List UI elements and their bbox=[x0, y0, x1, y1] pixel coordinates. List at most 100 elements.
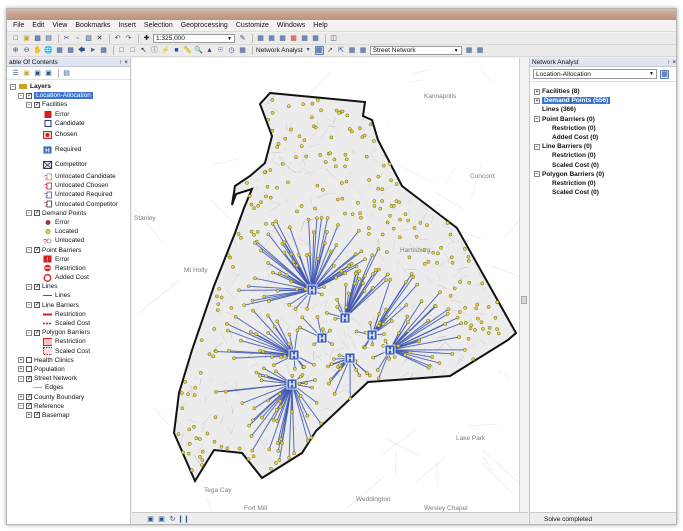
collapse-icon[interactable]: − bbox=[26, 329, 32, 336]
build-network-icon[interactable]: ▦ bbox=[465, 46, 474, 55]
visibility-checkbox[interactable]: ✓ bbox=[26, 394, 32, 401]
toc-street-network[interactable]: − ✓ Street Network bbox=[7, 374, 130, 383]
fixed-zoom-out-icon[interactable]: ▦ bbox=[66, 46, 75, 55]
toc-point-barrier-symbol[interactable]: Restriction bbox=[7, 264, 130, 273]
expand-icon[interactable]: + bbox=[18, 357, 24, 364]
list-by-selection-icon[interactable]: ▣ bbox=[44, 69, 53, 78]
network-identify-icon[interactable]: ▦ bbox=[476, 46, 485, 55]
network-analyst-window-icon[interactable]: ▦ bbox=[314, 46, 324, 55]
time-slider-icon[interactable]: ◷ bbox=[227, 46, 236, 55]
toc-lines-symbol[interactable]: Lines bbox=[7, 291, 130, 300]
menu-view[interactable]: View bbox=[52, 22, 67, 29]
na-class-item[interactable]: − Line Barriers (0) bbox=[530, 142, 676, 151]
toc-facility-symbol[interactable]: Chosen bbox=[7, 128, 130, 142]
hyperlink-icon[interactable]: ⚡ bbox=[161, 46, 170, 55]
options-icon[interactable]: ▤ bbox=[62, 69, 71, 78]
find-route-icon[interactable]: ▲ bbox=[205, 46, 214, 55]
chevron-down-icon[interactable]: ▼ bbox=[304, 46, 313, 55]
list-by-drawing-order-icon[interactable]: ☰ bbox=[11, 69, 20, 78]
visibility-checkbox[interactable]: ✓ bbox=[34, 283, 40, 290]
toc-location-allocation[interactable]: − ✓ Location-Allocation bbox=[7, 91, 130, 100]
measure-icon[interactable]: 📏 bbox=[183, 46, 192, 55]
toc-line-barriers[interactable]: − ✓ Line Barriers bbox=[7, 301, 130, 310]
toc-demand-points[interactable]: − ✓ Demand Points bbox=[7, 209, 130, 218]
toc-facility-symbol[interactable]: ? Unlocated Candidate bbox=[7, 172, 130, 181]
list-by-source-icon[interactable]: ▣ bbox=[22, 69, 31, 78]
na-class-item[interactable]: Added Cost (0) bbox=[530, 133, 676, 142]
menu-bookmarks[interactable]: Bookmarks bbox=[75, 22, 110, 29]
na-class-item[interactable]: + Facilities (8) bbox=[530, 87, 676, 96]
collapse-icon[interactable]: − bbox=[534, 171, 540, 178]
map-scale-combo[interactable]: 1:325,000 ▼ bbox=[153, 34, 235, 43]
collapse-icon[interactable]: − bbox=[10, 83, 16, 90]
visibility-checkbox[interactable] bbox=[26, 366, 32, 373]
list-by-visibility-icon[interactable]: ▣ bbox=[33, 69, 42, 78]
zoom-out-icon[interactable]: ⊖ bbox=[22, 46, 31, 55]
table-of-contents-icon[interactable]: ▦ bbox=[256, 34, 265, 43]
collapse-icon[interactable]: − bbox=[534, 143, 540, 150]
select-features-icon[interactable]: □ bbox=[117, 46, 126, 55]
toc-edges[interactable]: Edges bbox=[7, 383, 130, 392]
toc-facility-symbol[interactable]: Candidate bbox=[7, 119, 130, 128]
delete-icon[interactable]: ✕ bbox=[95, 34, 104, 43]
collapse-icon[interactable]: − bbox=[534, 116, 540, 123]
back-arrow-icon[interactable]: 🡄 bbox=[77, 46, 86, 55]
expand-icon[interactable]: + bbox=[26, 412, 32, 419]
toc-basemap[interactable]: + ✓ Basemap bbox=[7, 411, 130, 420]
na-class-item[interactable]: − Point Barriers (0) bbox=[530, 115, 676, 124]
expand-icon[interactable]: + bbox=[534, 88, 540, 95]
analysis-layer-combo[interactable]: Location-Allocation ▼ bbox=[533, 69, 657, 79]
open-folder-icon[interactable]: ▣ bbox=[22, 34, 31, 43]
catalog-icon[interactable]: ▦ bbox=[267, 34, 276, 43]
toc-polygon-barrier-symbol[interactable]: Scaled Cost bbox=[7, 347, 130, 356]
toc-demand-symbol[interactable]: ? Unlocated bbox=[7, 236, 130, 245]
editor-toolbar-icon[interactable]: ✎ bbox=[238, 34, 247, 43]
toc-line-barrier-symbol[interactable]: Scaled Cost bbox=[7, 319, 130, 328]
toc-county-boundary[interactable]: + ✓ County Boundary bbox=[7, 392, 130, 401]
python-window-icon[interactable]: ▦ bbox=[300, 34, 309, 43]
forward-arrow-icon[interactable]: ➤ bbox=[88, 46, 97, 55]
visibility-checkbox[interactable]: ✓ bbox=[34, 210, 40, 217]
directions-icon[interactable]: ▦ bbox=[359, 46, 368, 55]
visibility-checkbox[interactable]: ✓ bbox=[34, 412, 40, 419]
menu-selection[interactable]: Selection bbox=[144, 22, 173, 29]
collapse-icon[interactable]: − bbox=[18, 403, 24, 410]
arctoolbox-icon[interactable]: ▦ bbox=[289, 34, 298, 43]
expand-icon[interactable]: + bbox=[534, 97, 540, 104]
collapse-icon[interactable]: − bbox=[26, 210, 32, 217]
find-icon[interactable]: 🔍 bbox=[194, 46, 203, 55]
copy-icon[interactable]: ▫ bbox=[73, 34, 82, 43]
collapse-icon[interactable]: − bbox=[18, 92, 24, 99]
toc-health-clinics[interactable]: + Health Clinics bbox=[7, 356, 130, 365]
menu-edit[interactable]: Edit bbox=[32, 22, 44, 29]
map-view[interactable]: Kannapolis Concord Stanley Mt Holly Harrisbu… bbox=[132, 58, 528, 512]
search-window-icon[interactable]: ▦ bbox=[278, 34, 287, 43]
na-class-item[interactable]: Lines (366) bbox=[530, 105, 676, 114]
menu-windows[interactable]: Windows bbox=[277, 22, 305, 29]
collapse-icon[interactable]: − bbox=[26, 302, 32, 309]
visibility-checkbox[interactable]: ✓ bbox=[26, 375, 32, 382]
na-class-item[interactable]: Restriction (0) bbox=[530, 179, 676, 188]
scrollbar-thumb[interactable] bbox=[521, 296, 527, 304]
data-view-icon[interactable]: ▣ bbox=[146, 515, 155, 524]
toc-line-barrier-symbol[interactable]: Restriction bbox=[7, 310, 130, 319]
full-extent-icon[interactable]: 🌐 bbox=[44, 46, 53, 55]
expand-icon[interactable]: + bbox=[18, 394, 24, 401]
layout-icon[interactable]: ▦ bbox=[99, 46, 108, 55]
menu-help[interactable]: Help bbox=[313, 22, 327, 29]
network-analyst-menu[interactable]: Network Analyst bbox=[256, 47, 303, 54]
toc-point-barrier-symbol[interactable]: ! Error bbox=[7, 255, 130, 264]
undo-icon[interactable]: ↶ bbox=[113, 34, 122, 43]
toc-point-barriers[interactable]: − ✓ Point Barriers bbox=[7, 245, 130, 254]
visibility-checkbox[interactable] bbox=[26, 357, 32, 364]
visibility-checkbox[interactable]: ✓ bbox=[34, 329, 40, 336]
toc-polygon-barrier-symbol[interactable]: Restriction bbox=[7, 337, 130, 346]
clear-selection-icon[interactable]: □ bbox=[128, 46, 137, 55]
layout-view-icon[interactable]: ▣ bbox=[157, 515, 166, 524]
cut-icon[interactable]: ✂ bbox=[62, 34, 71, 43]
na-class-item[interactable]: Scaled Cost (0) bbox=[530, 188, 676, 197]
network-analyst-pin-close-icon[interactable]: ↑ × bbox=[667, 59, 676, 66]
create-viewer-icon[interactable]: ▦ bbox=[238, 46, 247, 55]
toc-pin-close-icon[interactable]: ↑ × bbox=[119, 59, 128, 66]
go-to-xy-icon[interactable]: ☉ bbox=[216, 46, 225, 55]
